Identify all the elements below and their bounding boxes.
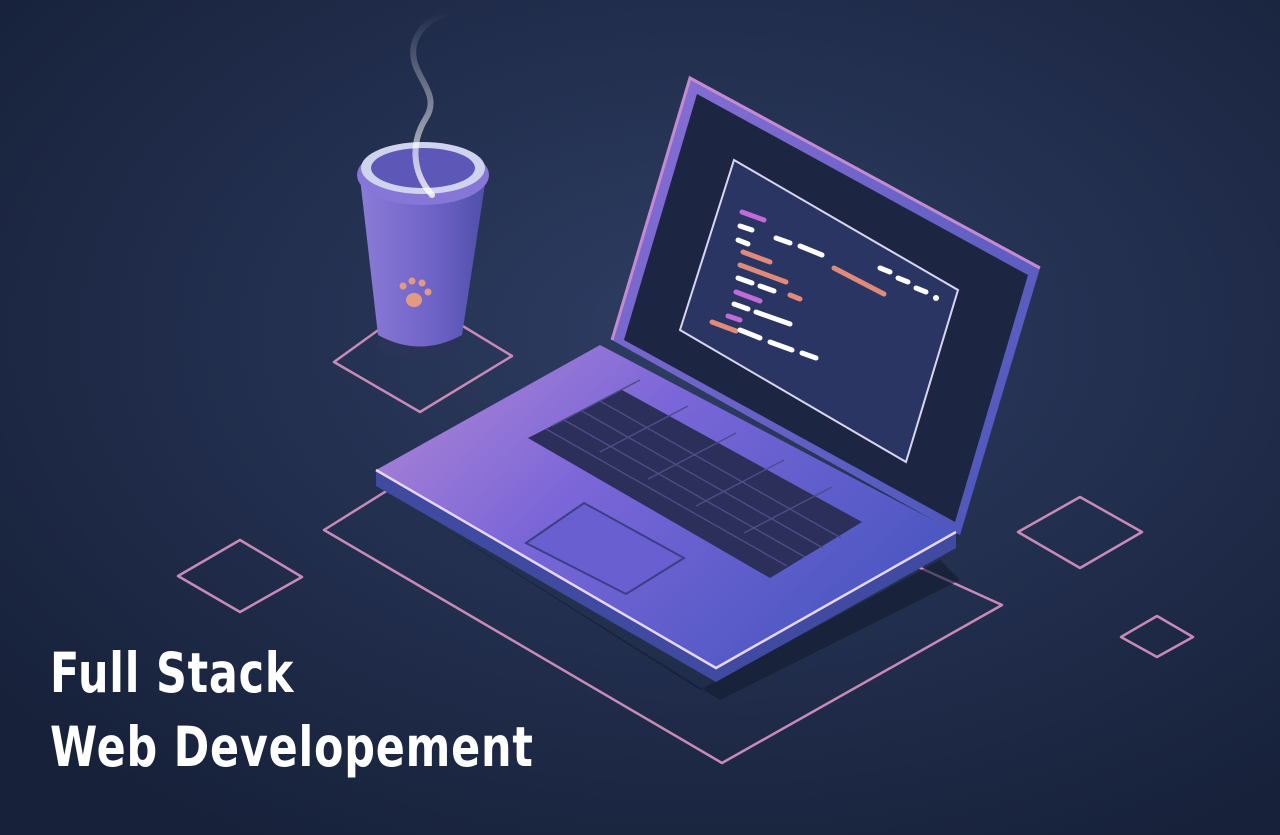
hero-illustration: Full Stack Web Developement — [0, 0, 1280, 835]
cursor-dot — [933, 295, 939, 301]
headline-line-2: Web Developement — [50, 715, 534, 779]
headline-line-1: Full Stack — [50, 641, 295, 705]
headline: Full Stack Web Developement — [50, 636, 534, 784]
